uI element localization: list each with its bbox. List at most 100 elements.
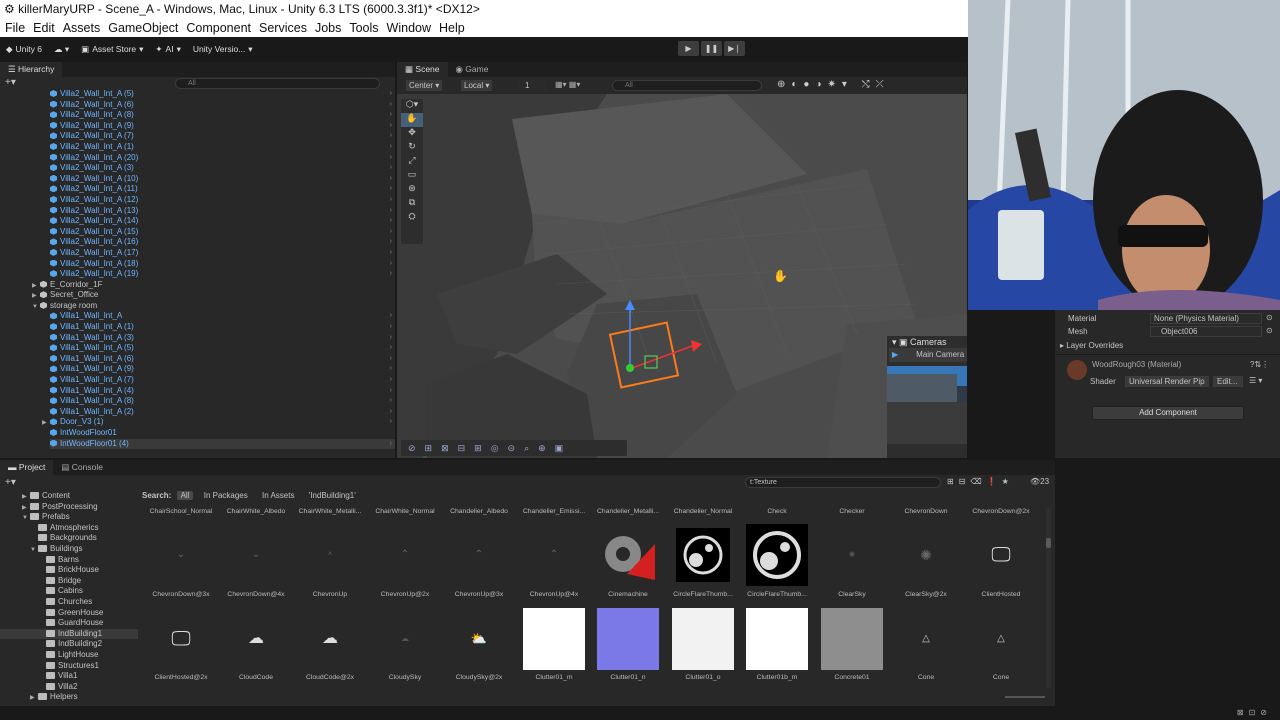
hierarchy-row[interactable]: Villa2_Wall_Int_A (17) › xyxy=(50,248,395,259)
menu-gameobject[interactable]: GameObject xyxy=(104,19,182,37)
tree-item[interactable]: GreenHouse xyxy=(0,608,138,619)
hierarchy-row[interactable]: Villa2_Wall_Int_A (19) › xyxy=(50,269,395,280)
tree-item[interactable]: Churches xyxy=(0,597,138,608)
thumbnail-size-slider[interactable] xyxy=(1005,696,1045,698)
asset-label[interactable]: CloudCode@2x xyxy=(293,674,367,681)
hierarchy-row[interactable]: Villa1_Wall_Int_A (8) › xyxy=(50,396,395,407)
hierarchy-row[interactable]: Villa2_Wall_Int_A (6) › xyxy=(50,100,395,111)
cinemachine-thumbnail[interactable] xyxy=(597,524,659,586)
hierarchy-row[interactable]: Villa2_Wall_Int_A (13) › xyxy=(50,206,395,217)
scene-viewport[interactable]: ✋ xyxy=(397,94,967,458)
hierarchy-row-selected[interactable]: IntWoodFloor01 (4) › xyxy=(50,438,395,450)
tree-item[interactable]: Cabins xyxy=(0,586,138,597)
tree-item[interactable]: Villa2 xyxy=(0,682,138,693)
tab-hierarchy[interactable]: ☰ Hierarchy xyxy=(0,62,63,77)
texture-thumbnail[interactable] xyxy=(746,608,808,670)
scope-in-assets[interactable]: In Assets xyxy=(262,491,294,500)
asset-label[interactable]: Cone xyxy=(889,674,963,681)
play-button[interactable]: ▶ xyxy=(678,41,699,56)
cloudy-sky-icon[interactable]: ⛅ xyxy=(448,608,510,670)
material-settings-icon[interactable]: ?⇅⋮ xyxy=(1250,360,1269,369)
probuilder-tool-icon[interactable]: ⛭ xyxy=(401,211,423,225)
asset-store-button[interactable]: ▣ Asset Store ▾ xyxy=(75,44,149,55)
hierarchy-row[interactable]: Villa2_Wall_Int_A (18) › xyxy=(50,259,395,270)
asset-label[interactable]: ChevronDown@3x xyxy=(144,591,218,598)
menu-tools[interactable]: Tools xyxy=(345,19,382,37)
tree-item[interactable]: Bridge xyxy=(0,576,138,587)
asset-label[interactable]: Clutter01_n xyxy=(591,674,665,681)
material-field[interactable]: None (Physics Material) xyxy=(1150,313,1262,324)
menu-help[interactable]: Help xyxy=(435,19,469,37)
chevron-up-icon[interactable]: ⌃ xyxy=(374,524,436,586)
hierarchy-row[interactable]: Villa1_Wall_Int_A (9) › xyxy=(50,364,395,375)
scope-all[interactable]: All xyxy=(176,491,194,500)
menu-assets[interactable]: Assets xyxy=(59,19,105,37)
asset-label[interactable]: Clutter01_m xyxy=(517,674,591,681)
asset-label[interactable]: Chandelier_Normal xyxy=(666,508,740,515)
chevron-up-icon[interactable]: ˄ xyxy=(299,524,361,586)
move-tool-icon[interactable]: ✥ xyxy=(401,127,423,141)
account-button[interactable]: ◆ Unity 6 xyxy=(0,44,48,55)
grid-size-field[interactable]: 1 xyxy=(519,80,547,91)
asset-label[interactable]: Concrete01 xyxy=(815,674,889,681)
asset-label[interactable]: ClientHosted@2x xyxy=(144,674,218,681)
hierarchy-row[interactable]: Villa2_Wall_Int_A (3) › xyxy=(50,163,395,174)
cloud-icon[interactable]: ☁ xyxy=(225,608,287,670)
hierarchy-row[interactable]: ▶ Door_V3 (1) › xyxy=(42,417,395,428)
cloud-button[interactable]: ☁ ▾ xyxy=(48,44,75,55)
tree-item[interactable]: Villa1 xyxy=(0,671,138,682)
scene-search-input[interactable]: All xyxy=(612,80,762,91)
step-button[interactable]: ▶❘ xyxy=(724,41,745,56)
asset-label[interactable]: ChairWhite_Metalli... xyxy=(293,508,367,515)
add-icon[interactable]: +▾ xyxy=(5,477,16,488)
hierarchy-row[interactable]: Villa1_Wall_Int_A (6) › xyxy=(50,354,395,365)
shader-edit-button[interactable]: Edit... xyxy=(1213,376,1243,387)
tree-item[interactable]: ▼ Prefabs xyxy=(0,512,138,523)
tab-scene[interactable]: ▦ Scene xyxy=(397,62,448,77)
tab-console[interactable]: ▤ Console xyxy=(53,460,111,475)
tree-item[interactable]: BrickHouse xyxy=(0,565,138,576)
grid-snap-icon[interactable]: ▦▾ ▦▾ xyxy=(555,80,580,89)
tab-game[interactable]: ◉ Game xyxy=(448,62,497,77)
menu-edit[interactable]: Edit xyxy=(29,19,59,37)
asset-label[interactable]: Chandelier_Albedo xyxy=(442,508,516,515)
tree-item[interactable]: Atmospherics xyxy=(0,523,138,534)
scope-folder[interactable]: 'IndBuilding1' xyxy=(309,491,356,500)
version-control-button[interactable]: Unity Versio... ▾ xyxy=(187,44,259,55)
asset-label[interactable]: CircleFlareThumb... xyxy=(666,591,740,598)
transform-tool-icon[interactable]: ⊛ xyxy=(401,183,423,197)
asset-label[interactable]: ChevronUp@2x xyxy=(368,591,442,598)
menu-file[interactable]: File xyxy=(0,19,29,37)
hierarchy-row[interactable]: Villa2_Wall_Int_A (5) › xyxy=(50,89,395,100)
cone-icon[interactable]: △ xyxy=(970,608,1032,670)
camera-select[interactable]: ▶Main Camera ▾ ⓘ xyxy=(889,348,967,362)
hierarchy-row[interactable]: Villa1_Wall_Int_A (3) › xyxy=(50,333,395,344)
layer-overrides-foldout[interactable]: ▸ Layer Overrides xyxy=(1060,339,1123,352)
menu-jobs[interactable]: Jobs xyxy=(311,19,345,37)
asset-label[interactable]: CloudySky@2x xyxy=(442,674,516,681)
project-search-input[interactable]: t:Texture xyxy=(745,477,941,488)
asset-label[interactable]: CircleFlareThumb... xyxy=(740,591,814,598)
asset-label[interactable]: ChairWhite_Albedo xyxy=(219,508,293,515)
asset-label[interactable]: ClearSky@2x xyxy=(889,591,963,598)
hierarchy-row[interactable]: Villa2_Wall_Int_A (12) › xyxy=(50,195,395,206)
shader-dropdown[interactable]: Universal Render Pip xyxy=(1125,376,1209,387)
status-icons[interactable]: ⊠⊡⊘ xyxy=(1237,708,1272,717)
asset-label[interactable]: ChevronUp xyxy=(293,591,367,598)
grid-and-snap-overlay[interactable]: ⊘⊞⊠⊟⊞◎⊝⌕⊕▣ xyxy=(401,440,627,456)
chevron-down-icon[interactable]: ⌄ xyxy=(150,524,212,586)
asset-label[interactable]: Cone xyxy=(964,674,1038,681)
asset-label[interactable]: Chandelier_Metalli... xyxy=(591,508,665,515)
chevron-down-icon[interactable]: ⌄ xyxy=(225,524,287,586)
tab-project[interactable]: ▬ Project xyxy=(0,460,54,475)
cloud-icon[interactable]: ☁ xyxy=(299,608,361,670)
menu-window[interactable]: Window xyxy=(383,19,435,37)
hierarchy-row[interactable]: Villa2_Wall_Int_A (10) › xyxy=(50,174,395,185)
asset-label[interactable]: ChevronUp@4x xyxy=(517,591,591,598)
hierarchy-row[interactable]: IntWoodFloor01 xyxy=(50,428,395,439)
hand-tool-icon[interactable]: ✋ xyxy=(401,113,423,127)
asset-label[interactable]: ChairSchool_Normal xyxy=(144,508,218,515)
asset-label[interactable]: Clutter01_o xyxy=(666,674,740,681)
menu-component[interactable]: Component xyxy=(182,19,255,37)
hierarchy-row[interactable]: Villa2_Wall_Int_A (15) › xyxy=(50,227,395,238)
